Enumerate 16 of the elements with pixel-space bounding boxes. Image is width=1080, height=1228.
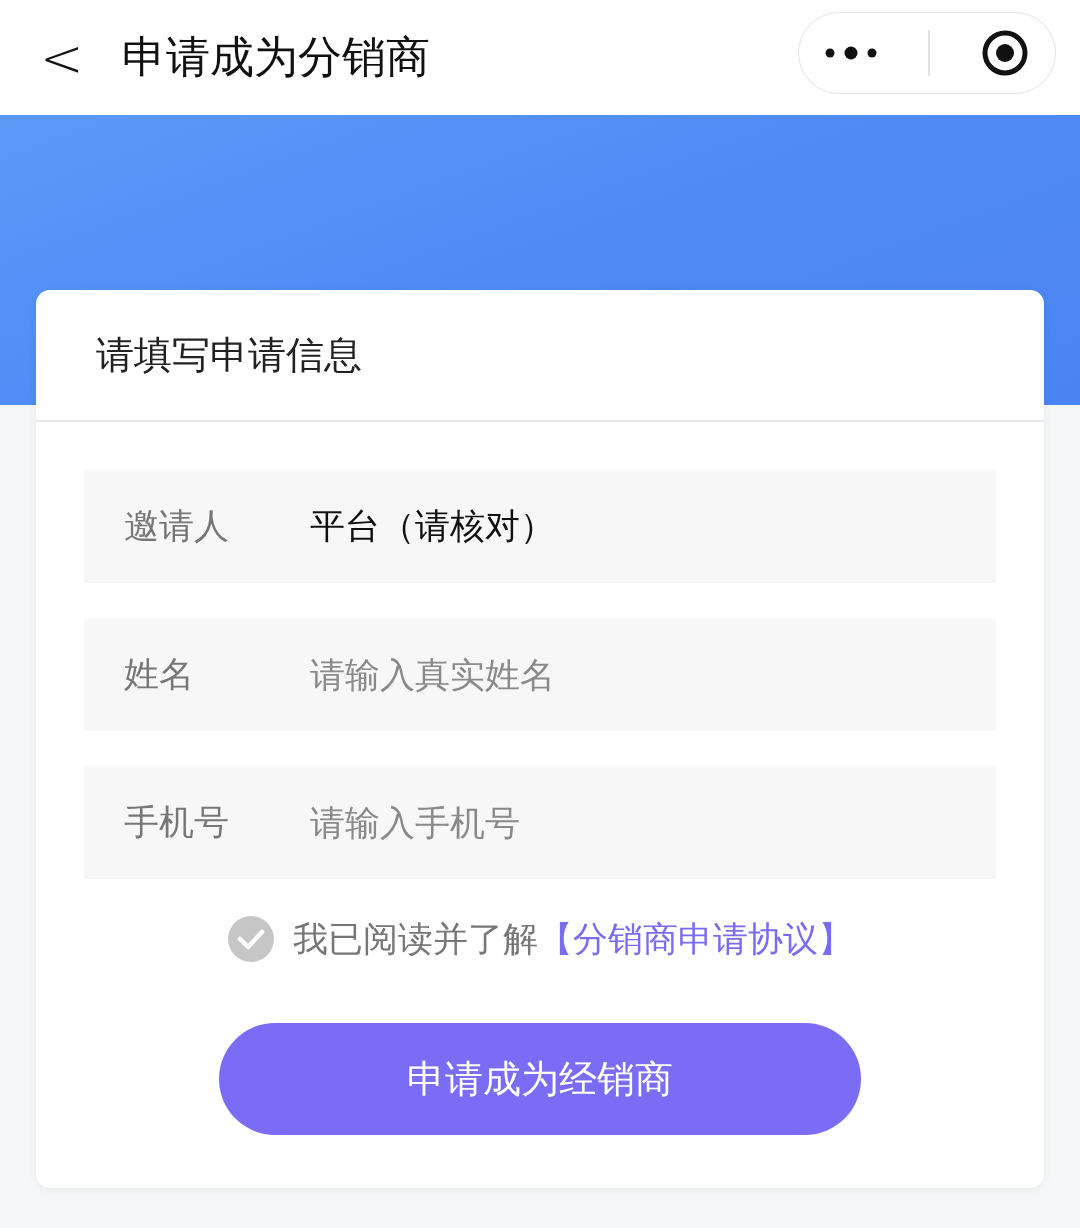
submit-button[interactable]: 申请成为经销商 bbox=[219, 1023, 861, 1135]
more-icon[interactable] bbox=[824, 45, 879, 60]
checkbox[interactable] bbox=[227, 915, 275, 963]
form-field[interactable]: 姓名 请输入真实姓名 bbox=[84, 618, 996, 731]
field-label: 姓名 bbox=[124, 653, 195, 696]
agreement-link[interactable]: 【分销商申请协议】 bbox=[538, 915, 853, 963]
back-button[interactable]: < bbox=[40, 27, 122, 88]
agreement-text: 我已阅读并了解 bbox=[293, 917, 538, 961]
form-field[interactable]: 手机号 请输入手机号 bbox=[84, 766, 996, 879]
page-title: 申请成为分销商 bbox=[122, 30, 431, 84]
card-title: 请填写申请信息 bbox=[36, 290, 1044, 422]
input-field[interactable]: 请输入手机号 bbox=[310, 802, 996, 843]
input-field[interactable]: 请输入真实姓名 bbox=[310, 654, 996, 695]
field-label: 手机号 bbox=[124, 801, 230, 844]
field-value: 平台（请核对） bbox=[310, 505, 555, 548]
field-label: 邀请人 bbox=[124, 505, 230, 548]
